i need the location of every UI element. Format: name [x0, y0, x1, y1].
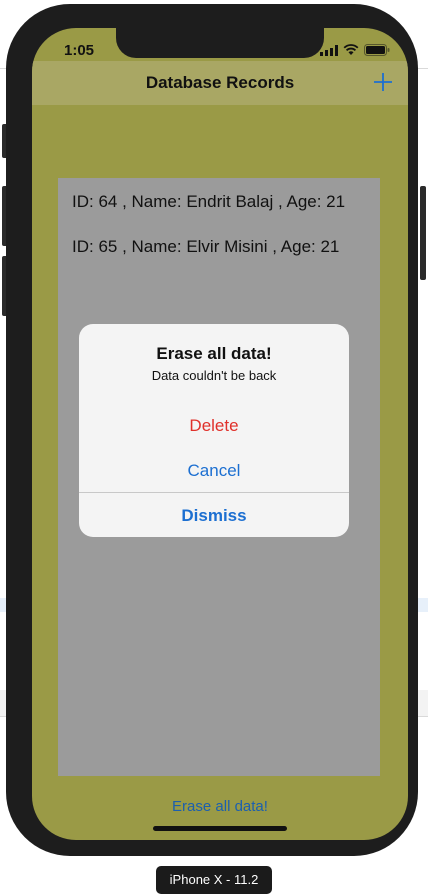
battery-icon — [364, 44, 390, 56]
erase-alert: Erase all data! Data couldn't be back De… — [79, 324, 349, 537]
home-indicator — [153, 826, 287, 831]
status-icons — [320, 44, 390, 56]
alert-message: Data couldn't be back — [151, 368, 277, 383]
signal-icon — [320, 44, 338, 56]
delete-button[interactable]: Delete — [79, 416, 349, 436]
status-time: 1:05 — [64, 42, 95, 59]
nav-title: Database Records — [145, 73, 295, 92]
navigation-bar: Database Records — [32, 61, 408, 105]
power-button — [420, 186, 426, 280]
wifi-icon — [343, 44, 359, 55]
dismiss-button[interactable]: Dismiss — [79, 506, 349, 526]
simulator-device-label: iPhone X - 11.2 — [156, 866, 272, 894]
alert-title: Erase all data! — [156, 344, 272, 363]
notch — [116, 28, 324, 58]
plus-icon[interactable] — [372, 71, 394, 93]
record-row[interactable]: ID: 64 , Name: Endrit Balaj , Age: 21 — [72, 192, 345, 212]
alert-separator — [79, 492, 349, 493]
record-row[interactable]: ID: 65 , Name: Elvir Misini , Age: 21 — [72, 237, 339, 257]
cancel-button[interactable]: Cancel — [79, 461, 349, 481]
erase-all-data-button[interactable]: Erase all data! — [32, 798, 408, 815]
